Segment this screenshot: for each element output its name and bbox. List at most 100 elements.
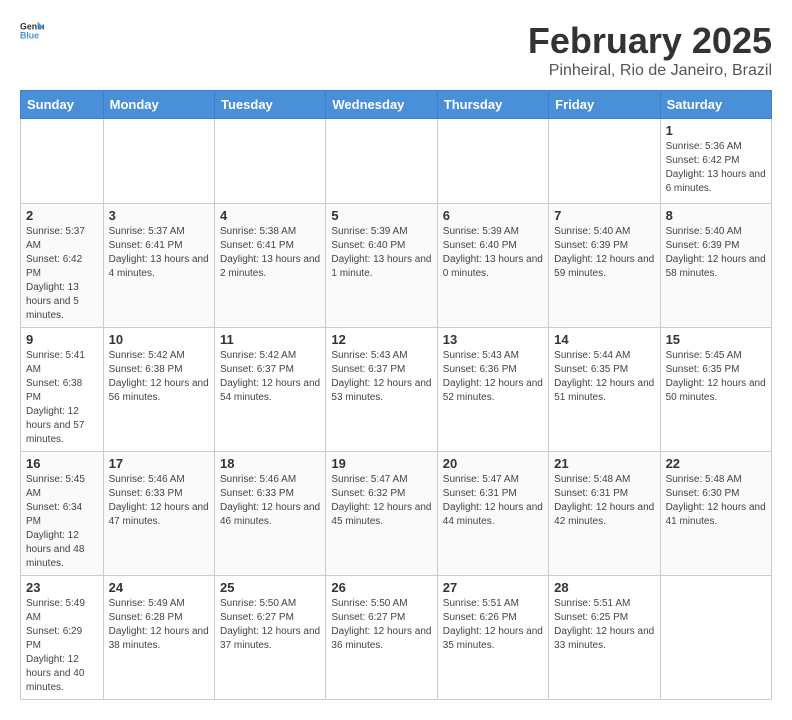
calendar-cell: 6 Sunrise: 5:39 AM Sunset: 6:40 PM Daylig… <box>437 204 548 328</box>
day-info: Sunrise: 5:45 AM Sunset: 6:34 PM Dayligh… <box>26 473 98 571</box>
day-info: Sunrise: 5:42 AM Sunset: 6:37 PM Dayligh… <box>220 349 320 405</box>
logo: General Blue <box>20 20 44 40</box>
day-info: Sunrise: 5:44 AM Sunset: 6:35 PM Dayligh… <box>554 349 654 405</box>
week-row-5: 23Sunrise: 5:49 AM Sunset: 6:29 PM Dayli… <box>21 576 772 700</box>
day-number: 17 <box>109 456 209 471</box>
day-info: Sunrise: 5:47 AM Sunset: 6:32 PM Dayligh… <box>331 473 431 529</box>
day-info: Sunrise: 5:36 AM Sunset: 6:42 PM Dayligh… <box>666 140 766 196</box>
day-info: Sunrise: 5:42 AM Sunset: 6:38 PM Dayligh… <box>109 349 209 405</box>
calendar-cell: 7 Sunrise: 5:40 AM Sunset: 6:39 PM Daylig… <box>549 204 660 328</box>
day-info: Sunrise: 5:50 AM Sunset: 6:27 PM Dayligh… <box>220 597 320 653</box>
calendar-table: SundayMondayTuesdayWednesdayThursdayFrid… <box>20 90 772 700</box>
day-number: 7 <box>554 208 654 223</box>
day-info: Sunrise: 5:39 AM Sunset: 6:40 PM Dayligh… <box>443 225 543 281</box>
calendar-cell: 2 Sunrise: 5:37 AM Sunset: 6:42 PM Daylig… <box>21 204 104 328</box>
day-number: 11 <box>220 332 320 347</box>
calendar-cell <box>549 119 660 204</box>
weekday-header-saturday: Saturday <box>660 91 771 119</box>
calendar-cell <box>660 576 771 700</box>
day-number: 3 <box>109 208 209 223</box>
day-number: 27 <box>443 580 543 595</box>
calendar-cell: 19 Sunrise: 5:47 AM Sunset: 6:32 PM Dayli… <box>326 452 437 576</box>
calendar-cell: 17Sunrise: 5:46 AM Sunset: 6:33 PM Dayli… <box>103 452 214 576</box>
calendar-cell: 26 Sunrise: 5:50 AM Sunset: 6:27 PM Dayli… <box>326 576 437 700</box>
calendar-cell <box>326 119 437 204</box>
day-number: 28 <box>554 580 654 595</box>
calendar-cell <box>21 119 104 204</box>
calendar-cell: 10 Sunrise: 5:42 AM Sunset: 6:38 PM Dayli… <box>103 328 214 452</box>
weekday-header-friday: Friday <box>549 91 660 119</box>
header: General Blue February 2025 Pinheiral, Ri… <box>20 20 772 80</box>
day-number: 9 <box>26 332 98 347</box>
day-info: Sunrise: 5:37 AM Sunset: 6:41 PM Dayligh… <box>109 225 209 281</box>
calendar-cell: 22 Sunrise: 5:48 AM Sunset: 6:30 PM Dayli… <box>660 452 771 576</box>
day-number: 19 <box>331 456 431 471</box>
calendar-cell: 18 Sunrise: 5:46 AM Sunset: 6:33 PM Dayli… <box>215 452 326 576</box>
day-number: 2 <box>26 208 98 223</box>
day-number: 5 <box>331 208 431 223</box>
calendar-cell <box>103 119 214 204</box>
calendar-cell: 1 Sunrise: 5:36 AM Sunset: 6:42 PM Daylig… <box>660 119 771 204</box>
calendar-cell: 14 Sunrise: 5:44 AM Sunset: 6:35 PM Dayli… <box>549 328 660 452</box>
week-row-1: 1 Sunrise: 5:36 AM Sunset: 6:42 PM Daylig… <box>21 119 772 204</box>
calendar-cell: 5 Sunrise: 5:39 AM Sunset: 6:40 PM Daylig… <box>326 204 437 328</box>
day-number: 1 <box>666 123 766 138</box>
calendar-cell: 25 Sunrise: 5:50 AM Sunset: 6:27 PM Dayli… <box>215 576 326 700</box>
calendar-cell: 4 Sunrise: 5:38 AM Sunset: 6:41 PM Daylig… <box>215 204 326 328</box>
week-row-3: 9 Sunrise: 5:41 AM Sunset: 6:38 PM Daylig… <box>21 328 772 452</box>
day-info: Sunrise: 5:41 AM Sunset: 6:38 PM Dayligh… <box>26 349 98 447</box>
day-info: Sunrise: 5:43 AM Sunset: 6:36 PM Dayligh… <box>443 349 543 405</box>
main-title: February 2025 <box>528 20 772 62</box>
day-number: 24 <box>109 580 209 595</box>
day-number: 14 <box>554 332 654 347</box>
day-number: 20 <box>443 456 543 471</box>
title-area: February 2025 Pinheiral, Rio de Janeiro,… <box>528 20 772 80</box>
day-info: Sunrise: 5:48 AM Sunset: 6:31 PM Dayligh… <box>554 473 654 529</box>
day-info: Sunrise: 5:45 AM Sunset: 6:35 PM Dayligh… <box>666 349 766 405</box>
calendar-cell: 12 Sunrise: 5:43 AM Sunset: 6:37 PM Dayli… <box>326 328 437 452</box>
day-number: 12 <box>331 332 431 347</box>
day-number: 4 <box>220 208 320 223</box>
calendar-cell: 3 Sunrise: 5:37 AM Sunset: 6:41 PM Daylig… <box>103 204 214 328</box>
calendar-cell: 15 Sunrise: 5:45 AM Sunset: 6:35 PM Dayli… <box>660 328 771 452</box>
weekday-header-monday: Monday <box>103 91 214 119</box>
calendar-cell: 13 Sunrise: 5:43 AM Sunset: 6:36 PM Dayli… <box>437 328 548 452</box>
day-number: 6 <box>443 208 543 223</box>
day-number: 10 <box>109 332 209 347</box>
week-row-2: 2 Sunrise: 5:37 AM Sunset: 6:42 PM Daylig… <box>21 204 772 328</box>
calendar-cell: 21Sunrise: 5:48 AM Sunset: 6:31 PM Dayli… <box>549 452 660 576</box>
day-number: 26 <box>331 580 431 595</box>
logo-icon: General Blue <box>20 20 44 40</box>
calendar-cell <box>437 119 548 204</box>
day-number: 15 <box>666 332 766 347</box>
svg-text:Blue: Blue <box>20 30 39 40</box>
day-number: 8 <box>666 208 766 223</box>
day-info: Sunrise: 5:43 AM Sunset: 6:37 PM Dayligh… <box>331 349 431 405</box>
calendar-cell <box>215 119 326 204</box>
day-info: Sunrise: 5:40 AM Sunset: 6:39 PM Dayligh… <box>554 225 654 281</box>
day-info: Sunrise: 5:37 AM Sunset: 6:42 PM Dayligh… <box>26 225 98 323</box>
day-number: 22 <box>666 456 766 471</box>
calendar-cell: 11 Sunrise: 5:42 AM Sunset: 6:37 PM Dayli… <box>215 328 326 452</box>
weekday-header-wednesday: Wednesday <box>326 91 437 119</box>
day-number: 13 <box>443 332 543 347</box>
calendar-cell: 9 Sunrise: 5:41 AM Sunset: 6:38 PM Daylig… <box>21 328 104 452</box>
day-number: 25 <box>220 580 320 595</box>
weekday-header-sunday: Sunday <box>21 91 104 119</box>
day-info: Sunrise: 5:38 AM Sunset: 6:41 PM Dayligh… <box>220 225 320 281</box>
day-number: 18 <box>220 456 320 471</box>
day-info: Sunrise: 5:47 AM Sunset: 6:31 PM Dayligh… <box>443 473 543 529</box>
day-info: Sunrise: 5:51 AM Sunset: 6:26 PM Dayligh… <box>443 597 543 653</box>
day-info: Sunrise: 5:39 AM Sunset: 6:40 PM Dayligh… <box>331 225 431 281</box>
calendar-cell: 8 Sunrise: 5:40 AM Sunset: 6:39 PM Daylig… <box>660 204 771 328</box>
calendar-cell: 24Sunrise: 5:49 AM Sunset: 6:28 PM Dayli… <box>103 576 214 700</box>
calendar-cell: 28 Sunrise: 5:51 AM Sunset: 6:25 PM Dayli… <box>549 576 660 700</box>
calendar-cell: 23Sunrise: 5:49 AM Sunset: 6:29 PM Dayli… <box>21 576 104 700</box>
weekday-header-thursday: Thursday <box>437 91 548 119</box>
day-info: Sunrise: 5:51 AM Sunset: 6:25 PM Dayligh… <box>554 597 654 653</box>
calendar-cell: 20 Sunrise: 5:47 AM Sunset: 6:31 PM Dayli… <box>437 452 548 576</box>
day-info: Sunrise: 5:40 AM Sunset: 6:39 PM Dayligh… <box>666 225 766 281</box>
day-info: Sunrise: 5:50 AM Sunset: 6:27 PM Dayligh… <box>331 597 431 653</box>
day-info: Sunrise: 5:46 AM Sunset: 6:33 PM Dayligh… <box>220 473 320 529</box>
day-info: Sunrise: 5:48 AM Sunset: 6:30 PM Dayligh… <box>666 473 766 529</box>
